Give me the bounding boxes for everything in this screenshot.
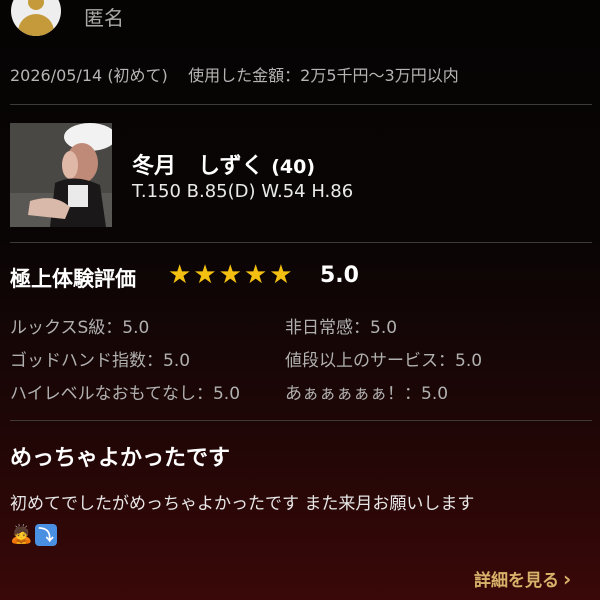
review-title: めっちゃよかったです	[10, 446, 231, 471]
overall-score: 5.0	[320, 263, 359, 288]
star-icon: ★	[168, 260, 192, 290]
sub-rating-extraordinary: 非日常感：5.0	[285, 318, 398, 338]
user-avatar-icon	[11, 0, 61, 36]
review-date: 2026/05/14	[10, 66, 103, 85]
review-body: 初めてでしたがめっちゃよかったです また来月お願いします	[10, 494, 475, 514]
down-arrow-emoji: ⤵	[35, 524, 57, 546]
sub-rating-hospitality: ハイレベルなおもてなし：5.0	[10, 384, 241, 404]
sub-rating-value: 値段以上のサービス：5.0	[285, 351, 483, 371]
divider	[10, 104, 592, 105]
sub-rating-aaa: あぁぁぁぁぁ！：5.0	[285, 384, 449, 404]
cast-name-line[interactable]: 冬月 しずく (40)	[132, 148, 315, 180]
star-icon: ★	[218, 260, 242, 290]
bowing-person-emoji: 🙇	[10, 524, 33, 545]
star-rating: ★ ★ ★ ★ ★	[168, 260, 293, 290]
divider	[10, 420, 592, 421]
sub-rating-looks: ルックスS級：5.0	[10, 318, 150, 338]
divider	[10, 242, 592, 243]
sub-rating-godhand: ゴッドハンド指数：5.0	[10, 351, 191, 371]
emoji-row: 🙇 ⤵	[10, 524, 57, 546]
overall-rating-label: 極上体験評価	[10, 267, 136, 291]
star-icon: ★	[269, 260, 293, 290]
view-details-link[interactable]: 詳細を見る ›	[474, 566, 572, 592]
reviewer-name: 匿名	[84, 6, 124, 30]
amount-spent: 使用した金額：2万5千円〜3万円以内	[188, 66, 459, 85]
star-icon: ★	[243, 260, 268, 290]
cast-specs: T.150 B.85(D) W.54 H.86	[132, 181, 354, 202]
chevron-right-icon: ›	[563, 566, 572, 591]
cast-age: (40)	[271, 156, 316, 178]
visit-type: (初めて)	[107, 66, 168, 85]
view-details-label[interactable]: 詳細を見る	[474, 566, 559, 591]
cast-photo[interactable]	[10, 123, 112, 227]
review-meta: 2026/05/14 (初めて) 使用した金額：2万5千円〜3万円以内	[10, 62, 459, 86]
star-icon: ★	[193, 260, 217, 290]
cast-name[interactable]: 冬月 しずく	[132, 154, 264, 179]
